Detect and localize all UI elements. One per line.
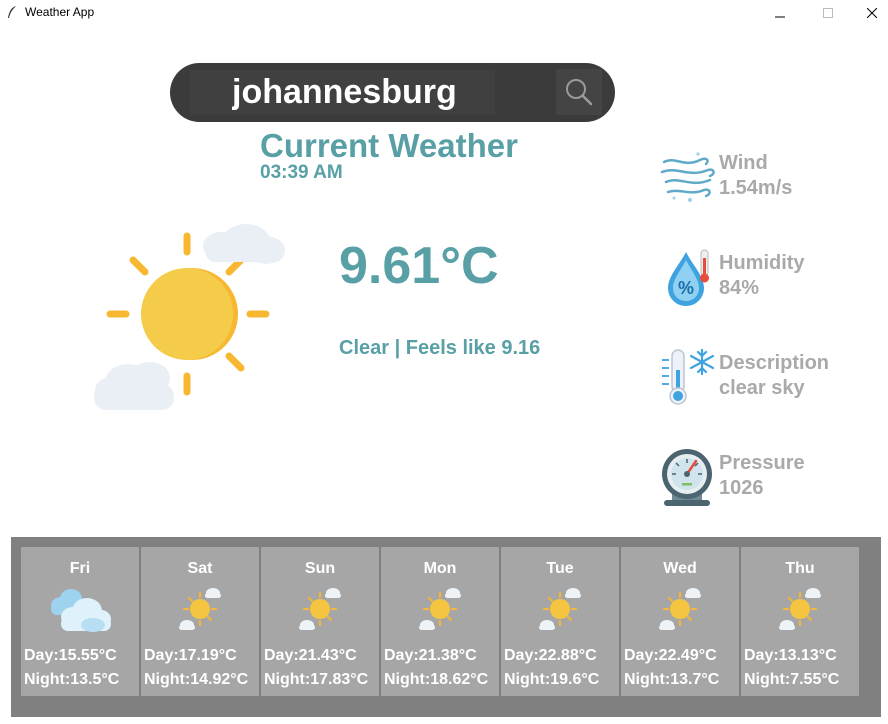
window-title: Weather App [25,5,95,19]
forecast-day-name: Fri [69,560,91,577]
stat-humidity: % Humidity 84% [660,248,870,314]
search-input[interactable] [190,70,495,115]
forecast-day-name: Tue [546,560,574,577]
forecast-day-temp: Day:22.88°C [504,647,597,664]
forecast-day-name: Mon [423,560,457,577]
stat-value: 84% [719,277,760,299]
close-button[interactable] [850,0,888,26]
cloudy-icon [51,589,111,632]
forecast-day-temp: Day:15.55°C [24,647,117,664]
stat-label: Pressure [719,452,805,474]
forecast-day-temp: Day:21.38°C [384,647,477,664]
forecast-night-temp: Night:13.5°C [24,671,120,688]
stat-label: Wind [719,152,768,174]
sun-clouds-icon [299,588,341,630]
stat-label: Humidity [719,252,805,274]
stat-value: 1.54m/s [719,177,793,199]
sun-clouds-icon [779,588,821,630]
forecast-night-temp: Night:13.7°C [624,671,720,688]
stat-pressure: Pressure 1026 [660,448,870,514]
stat-value: clear sky [719,377,805,399]
forecast-night-temp: Night:14.92°C [144,671,249,688]
forecast-day-card: Fri Day:15.55°C Night:13.5°C [21,547,139,696]
search-icon [566,79,593,106]
forecast-day-temp: Day:21.43°C [264,647,357,664]
sun-clouds-icon [419,588,461,630]
svg-text:%: % [678,278,694,298]
forecast-day-card: Wed Day:22.49°C Night:13.7°C [621,547,739,696]
forecast-panel: Fri Day:15.55°C Night:13.5°C Sat Day:17.… [11,537,881,717]
title-bar: Weather App [0,0,888,26]
forecast-night-temp: Night:19.6°C [504,671,600,688]
wind-icon [660,152,715,202]
current-temperature: 9.61°C [339,237,499,295]
forecast-day-temp: Day:13.13°C [744,647,837,664]
sun-clouds-icon [94,224,285,410]
page-title: Current Weather [260,127,518,164]
sun-clouds-icon [179,588,221,630]
forecast-day-card: Sun Day:21.43°C Night:17.83°C [261,547,379,696]
maximize-button[interactable] [806,0,850,26]
sun-clouds-icon [659,588,701,630]
minimize-button[interactable] [758,0,802,26]
forecast-day-card: Thu Day:13.13°C Night:7.55°C [741,547,859,696]
sun-clouds-icon [539,588,581,630]
forecast-night-temp: Night:18.62°C [384,671,489,688]
search-button[interactable] [556,69,602,115]
stat-label: Description [719,352,830,374]
current-condition: Clear | Feels like 9.16 [339,337,541,359]
stat-description: Description clear sky [660,348,870,414]
forecast-day-name: Thu [785,560,815,577]
humidity-icon: % [668,249,709,306]
current-time: 03:39 AM [260,162,343,183]
maximize-icon [823,8,833,18]
barometer-icon [662,449,712,506]
forecast-day-card: Mon Day:21.38°C Night:18.62°C [381,547,499,696]
forecast-day-card: Tue Day:22.88°C Night:19.6°C [501,547,619,696]
forecast-day-name: Sat [187,560,213,577]
forecast-day-temp: Day:22.49°C [624,647,717,664]
forecast-day-name: Sun [304,560,336,577]
stat-value: 1026 [719,477,764,499]
forecast-day-temp: Day:17.19°C [144,647,237,664]
close-icon [867,8,877,18]
forecast-day-name: Wed [663,560,697,577]
forecast-night-temp: Night:17.83°C [264,671,369,688]
stat-wind: Wind 1.54m/s [660,148,870,214]
feather-icon [8,6,16,18]
forecast-night-temp: Night:7.55°C [744,671,840,688]
thermometer-snowflake-icon [662,348,715,405]
search-bar [170,63,615,122]
minimize-icon [775,16,785,18]
forecast-day-card: Sat Day:17.19°C Night:14.92°C [141,547,259,696]
